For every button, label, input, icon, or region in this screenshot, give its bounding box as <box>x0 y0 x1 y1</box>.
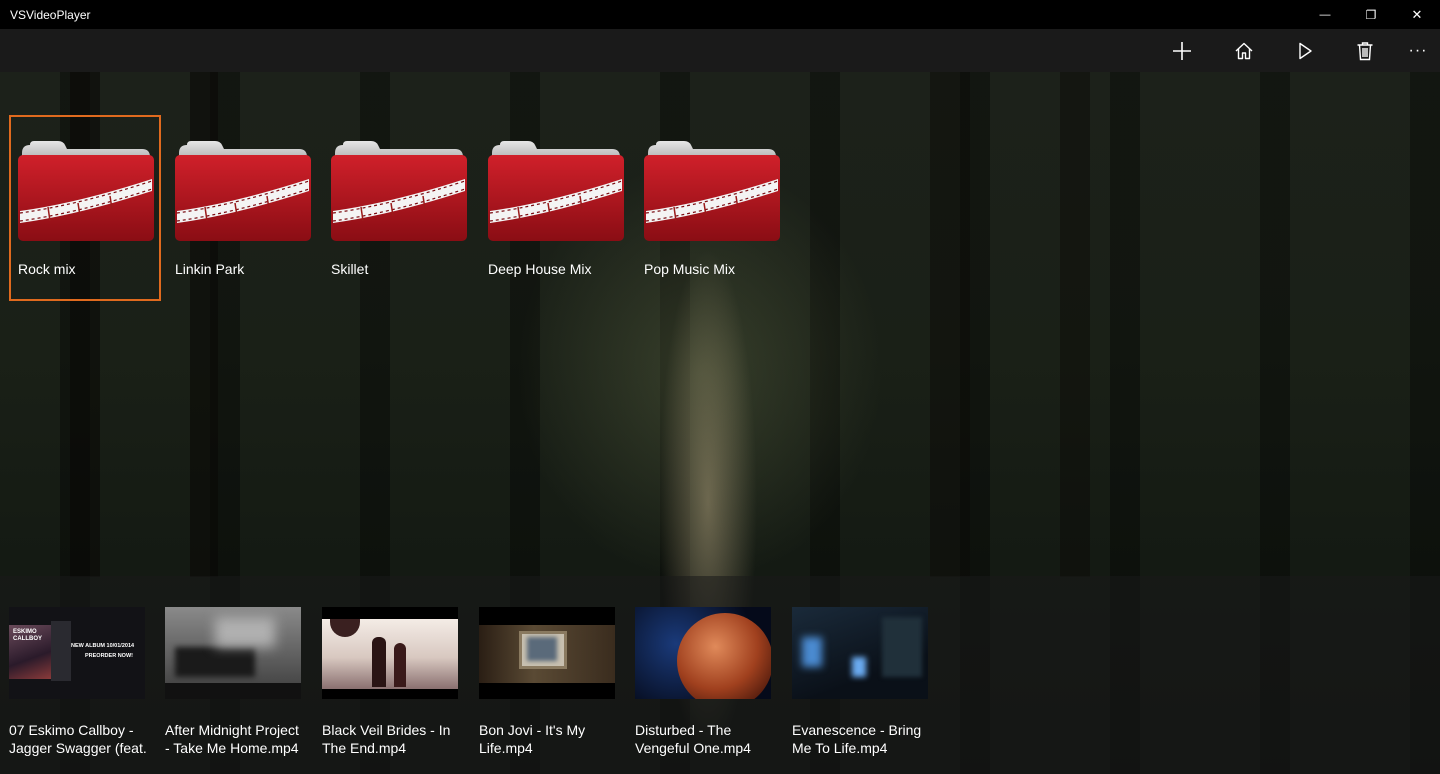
film-folder-icon <box>644 141 780 242</box>
video-title-line: Me To Life.mp4 <box>792 740 888 756</box>
folder-label: Skillet <box>331 261 369 277</box>
video-item[interactable]: ESKIMO CALLBOY NEW ALBUM 10/01/2014 PREO… <box>9 607 147 767</box>
video-title: Black Veil Brides - In The End.mp4 <box>322 721 462 757</box>
title-bar: VSVideoPlayer — ❐ ✕ <box>0 0 1440 29</box>
video-item[interactable]: After Midnight Project - Take Me Home.mp… <box>165 607 301 767</box>
film-folder-icon <box>18 141 154 242</box>
video-thumbnail <box>635 607 771 699</box>
video-thumbnail <box>792 607 928 699</box>
film-folder-icon <box>488 141 624 242</box>
close-button[interactable]: ✕ <box>1394 0 1440 29</box>
video-title-line: Disturbed - The <box>635 722 732 738</box>
video-title-line: Vengeful One.mp4 <box>635 740 751 756</box>
video-title-line: Jagger Swagger (feat. <box>9 740 147 756</box>
video-item[interactable]: Bon Jovi - It's My Life.mp4 <box>479 607 615 767</box>
restore-button[interactable]: ❐ <box>1348 0 1394 29</box>
video-title: After Midnight Project - Take Me Home.mp… <box>165 721 305 757</box>
folder-label: Rock mix <box>18 261 76 277</box>
app-title: VSVideoPlayer <box>10 7 91 22</box>
folder-label: Linkin Park <box>175 261 245 277</box>
folder-item-deep-house-mix[interactable]: Deep House Mix <box>479 115 631 301</box>
delete-button[interactable] <box>1343 29 1387 72</box>
video-title: 07 Eskimo Callboy - Jagger Swagger (feat… <box>9 721 149 757</box>
video-thumbnail <box>479 607 615 699</box>
video-title-line: - Take Me Home.mp4 <box>165 740 299 756</box>
minimize-icon: — <box>1319 8 1331 21</box>
restore-icon: ❐ <box>1365 7 1377 22</box>
video-title-line: Life.mp4 <box>479 740 533 756</box>
film-folder-icon <box>175 141 311 242</box>
folder-label: Deep House Mix <box>488 261 592 277</box>
folder-item-linkin-park[interactable]: Linkin Park <box>166 115 318 301</box>
video-title: Evanescence - Bring Me To Life.mp4 <box>792 721 932 757</box>
film-folder-icon <box>331 141 467 242</box>
video-item[interactable]: Evanescence - Bring Me To Life.mp4 <box>792 607 928 767</box>
video-title-line: Evanescence - Bring <box>792 722 922 738</box>
video-item[interactable]: Black Veil Brides - In The End.mp4 <box>322 607 458 767</box>
folder-item-pop-music-mix[interactable]: Pop Music Mix <box>635 115 787 301</box>
window-controls: — ❐ ✕ <box>1302 0 1440 29</box>
video-title-line: Bon Jovi - It's My <box>479 722 586 738</box>
video-title-line: Black Veil Brides - In <box>322 722 451 738</box>
close-icon: ✕ <box>1411 6 1423 22</box>
folder-item-skillet[interactable]: Skillet <box>322 115 474 301</box>
video-title: Bon Jovi - It's My Life.mp4 <box>479 721 619 757</box>
thumb-text: NEW ALBUM 10/01/2014 <box>71 643 135 649</box>
more-icon: ··· <box>1408 41 1428 59</box>
folder-label: Pop Music Mix <box>644 261 736 277</box>
add-button[interactable] <box>1160 29 1204 72</box>
video-title-line: After Midnight Project <box>165 722 299 738</box>
more-button[interactable]: ··· <box>1396 29 1440 72</box>
video-title: Disturbed - The Vengeful One.mp4 <box>635 721 775 757</box>
background-trunk <box>1060 72 1090 577</box>
trash-icon <box>1357 41 1373 60</box>
home-icon <box>1235 42 1253 59</box>
video-title-line: 07 Eskimo Callboy - <box>9 722 134 738</box>
background-trunk <box>930 72 970 577</box>
video-title-line: The End.mp4 <box>322 740 407 756</box>
video-thumbnail <box>165 607 301 699</box>
command-bar: ··· <box>0 29 1440 72</box>
home-button[interactable] <box>1222 29 1266 72</box>
video-item[interactable]: Disturbed - The Vengeful One.mp4 <box>635 607 771 767</box>
plus-icon <box>1173 41 1191 60</box>
play-button[interactable] <box>1283 29 1327 72</box>
thumb-text: ESKIMO CALLBOY <box>13 629 42 642</box>
video-thumbnail: ESKIMO CALLBOY NEW ALBUM 10/01/2014 PREO… <box>9 607 145 699</box>
folder-item-rock-mix[interactable]: Rock mix <box>9 115 161 301</box>
thumb-text: PREORDER NOW! <box>85 653 133 659</box>
play-icon <box>1299 42 1312 59</box>
video-thumbnail <box>322 607 458 699</box>
minimize-button[interactable]: — <box>1302 0 1348 29</box>
